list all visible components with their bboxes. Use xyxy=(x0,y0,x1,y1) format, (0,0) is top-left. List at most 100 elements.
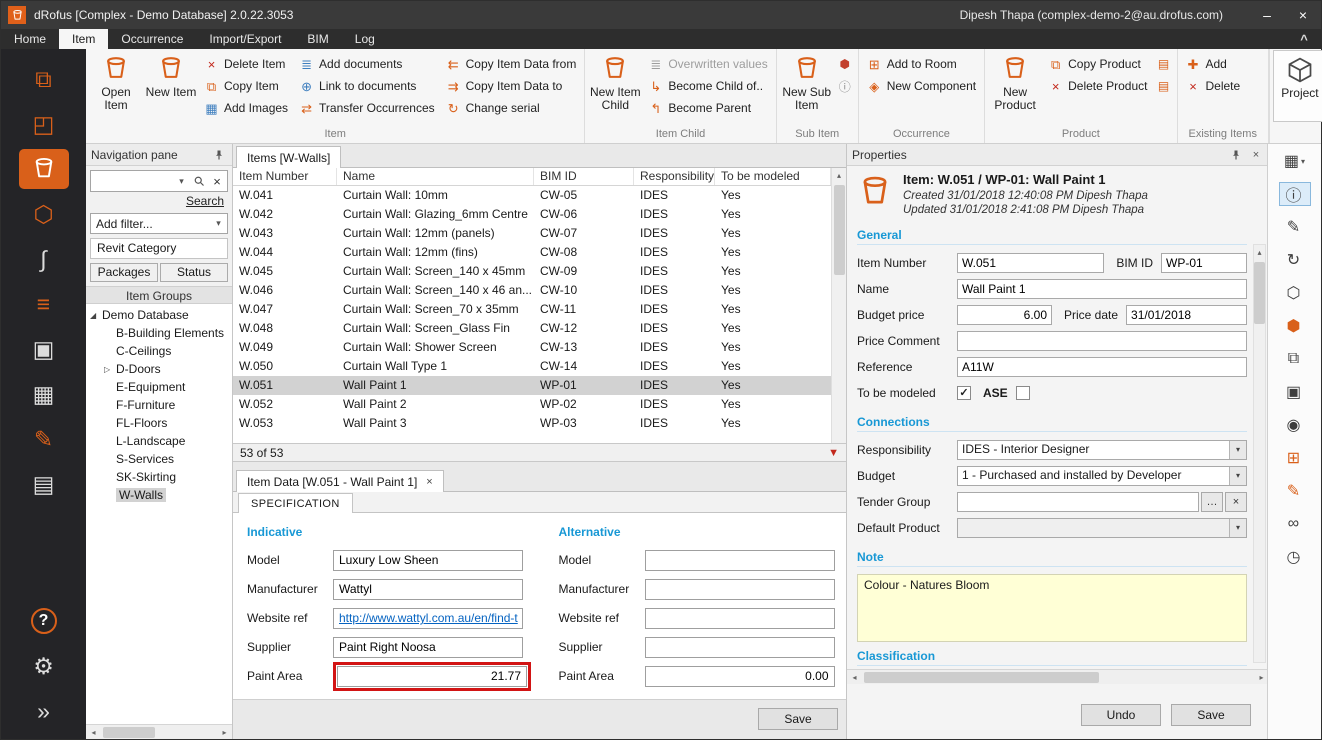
indicative-supplier-field[interactable] xyxy=(333,637,523,658)
budget-dropdown[interactable]: 1 - Purchased and installed by Developer… xyxy=(957,466,1247,486)
tree-item[interactable]: W-Walls xyxy=(86,486,232,504)
mini-icon-button[interactable]: ⬢ xyxy=(835,53,855,75)
ribbon-small-button[interactable]: × Delete Product xyxy=(1043,75,1152,97)
tree-item[interactable]: ◢ Demo Database xyxy=(86,306,232,324)
collapse-ribbon-icon[interactable]: ^ xyxy=(1287,29,1321,49)
table-row[interactable]: W.049 Curtain Wall: Shower Screen CW-13 … xyxy=(233,338,831,357)
search-link[interactable]: Search xyxy=(186,194,224,208)
panel-icon[interactable]: ↻ xyxy=(1279,248,1311,272)
table-row[interactable]: W.048 Curtain Wall: Screen_Glass Fin CW-… xyxy=(233,319,831,338)
alternative-supplier-field[interactable] xyxy=(645,637,835,658)
ribbon-small-button[interactable]: ⇄ Transfer Occurrences xyxy=(294,97,440,119)
tree-item[interactable]: F-Furniture xyxy=(86,396,232,414)
table-row[interactable]: W.042 Curtain Wall: Glazing_6mm Centre C… xyxy=(233,205,831,224)
filter-icon[interactable]: ▼ xyxy=(828,447,839,459)
ribbon-small-button[interactable]: ⊕ Link to documents xyxy=(294,75,440,97)
ribbon-small-button[interactable]: ≣ Add documents xyxy=(294,53,440,75)
search-icon[interactable] xyxy=(190,171,207,191)
stack-icon[interactable]: ≡ xyxy=(19,284,69,324)
scroll-right-icon[interactable]: ▸ xyxy=(217,725,232,740)
ribbon-small-button[interactable]: ↻ Change serial xyxy=(441,97,582,119)
pot-icon[interactable] xyxy=(19,149,69,189)
panel-icon[interactable]: ▦ ▾ xyxy=(1279,149,1311,173)
indicative-model-field[interactable] xyxy=(333,550,523,571)
ribbon-small-button[interactable]: ≣ Overwritten values xyxy=(643,53,772,75)
ribbon-small-button[interactable]: ↰ Become Parent xyxy=(643,97,772,119)
website-link[interactable]: http://www.wattyl.com.au/en/find-t xyxy=(339,611,518,625)
document-icon[interactable]: ▤ xyxy=(19,464,69,504)
tree-item[interactable]: FL-Floors xyxy=(86,414,232,432)
panel-icon[interactable]: ∞ xyxy=(1279,512,1311,536)
project-button[interactable]: Project xyxy=(1273,50,1322,122)
indicative-paint-area-field[interactable] xyxy=(337,666,527,687)
close-tab-icon[interactable]: × xyxy=(426,476,432,488)
tender-group-field[interactable] xyxy=(957,492,1199,512)
tree-expander-icon[interactable]: ▷ xyxy=(104,365,116,374)
tree-expander-icon[interactable]: ◢ xyxy=(90,311,102,320)
reference-field[interactable] xyxy=(957,357,1247,377)
double-chevron-icon[interactable]: » xyxy=(19,691,69,731)
scrollbar-thumb[interactable] xyxy=(1254,262,1265,324)
ribbon-small-button[interactable]: ⇇ Copy Item Data from xyxy=(441,53,582,75)
column-header-bim-id[interactable]: BIM ID xyxy=(534,168,634,185)
nav-horizontal-scrollbar[interactable]: ◂ ▸ xyxy=(86,724,232,739)
column-header-to-be-modeled[interactable]: To be modeled xyxy=(715,168,831,185)
close-panel-icon[interactable]: × xyxy=(1248,147,1264,163)
status-tab[interactable]: Status xyxy=(160,263,228,282)
gear-icon[interactable]: ⚙ xyxy=(19,646,69,686)
indicative-manufacturer-field[interactable] xyxy=(333,579,523,600)
panel-icon[interactable]: ◷ xyxy=(1279,545,1311,569)
ribbon-tab[interactable]: Occurrence xyxy=(108,29,196,49)
scroll-left-icon[interactable]: ◂ xyxy=(847,670,862,685)
ribbon-small-button[interactable]: ⧉ Copy Item xyxy=(199,75,293,97)
indicative-website-field[interactable]: http://www.wattyl.com.au/en/find-t xyxy=(333,608,523,629)
table-row[interactable]: W.046 Curtain Wall: Screen_140 x 46 an..… xyxy=(233,281,831,300)
panel-icon[interactable]: ⊞ xyxy=(1279,446,1311,470)
close-button[interactable]: × xyxy=(1285,1,1321,29)
items-tab[interactable]: Items [W-Walls] xyxy=(236,146,341,168)
mini-icon-button[interactable]: ▤ xyxy=(1154,53,1174,75)
properties-vertical-scrollbar[interactable]: ▴ xyxy=(1253,244,1266,663)
ribbon-tab[interactable]: Item xyxy=(59,29,108,49)
panel-icon[interactable]: ✎ xyxy=(1279,479,1311,503)
properties-save-button[interactable]: Save xyxy=(1171,704,1251,726)
tree-item[interactable]: C-Ceilings xyxy=(86,342,232,360)
ribbon-tab[interactable]: Import/Export xyxy=(196,29,294,49)
item-number-field[interactable] xyxy=(957,253,1104,273)
packages-tab[interactable]: Packages xyxy=(90,263,158,282)
price-comment-field[interactable] xyxy=(957,331,1247,351)
table-row[interactable]: W.052 Wall Paint 2 WP-02 IDES Yes xyxy=(233,395,831,414)
table-row[interactable]: W.041 Curtain Wall: 10mm CW-05 IDES Yes xyxy=(233,186,831,205)
table-row[interactable]: W.045 Curtain Wall: Screen_140 x 45mm CW… xyxy=(233,262,831,281)
alternative-model-field[interactable] xyxy=(645,550,835,571)
tree-item[interactable]: B-Building Elements xyxy=(86,324,232,342)
ribbon-small-button[interactable]: × Delete xyxy=(1181,75,1246,97)
help-icon[interactable]: ? xyxy=(19,601,69,641)
default-product-dropdown[interactable]: ▾ xyxy=(957,518,1247,538)
bim-id-field[interactable] xyxy=(1161,253,1247,273)
scroll-up-icon[interactable]: ▴ xyxy=(1257,245,1261,260)
mini-icon-button[interactable]: ⓘ xyxy=(835,75,855,97)
alternative-paint-area-field[interactable] xyxy=(645,666,835,687)
panel-icon[interactable]: ⓘ xyxy=(1279,182,1311,206)
panel-icon[interactable]: ▣ xyxy=(1279,380,1311,404)
properties-horizontal-scrollbar[interactable]: ◂ ▸ xyxy=(847,669,1269,684)
alternative-manufacturer-field[interactable] xyxy=(645,579,835,600)
ribbon-small-button[interactable]: ⊞ Add to Room xyxy=(862,53,981,75)
clear-search-icon[interactable]: × xyxy=(207,171,227,191)
items-vertical-scrollbar[interactable]: ▴ xyxy=(831,168,846,443)
chevron-down-icon[interactable]: ▾ xyxy=(173,171,190,191)
scrollbar-thumb[interactable] xyxy=(103,727,155,738)
column-header-item-number[interactable]: Item Number xyxy=(233,168,337,185)
budget-price-field[interactable] xyxy=(957,305,1052,325)
ase-checkbox[interactable] xyxy=(1016,386,1030,400)
scroll-up-icon[interactable]: ▴ xyxy=(837,168,841,183)
panel-icon[interactable]: ⬡ xyxy=(1279,281,1311,305)
scroll-left-icon[interactable]: ◂ xyxy=(86,725,101,740)
tree-item[interactable]: ▷ D-Doors xyxy=(86,360,232,378)
item-data-tab[interactable]: Item Data [W.051 - Wall Paint 1] × xyxy=(236,470,444,492)
scrollbar-thumb[interactable] xyxy=(864,672,1099,683)
responsibility-dropdown[interactable]: IDES - Interior Designer ▾ xyxy=(957,440,1247,460)
new-item-child-button[interactable]: New Item Child xyxy=(588,50,642,122)
new-product-button[interactable]: New Product xyxy=(988,50,1042,122)
